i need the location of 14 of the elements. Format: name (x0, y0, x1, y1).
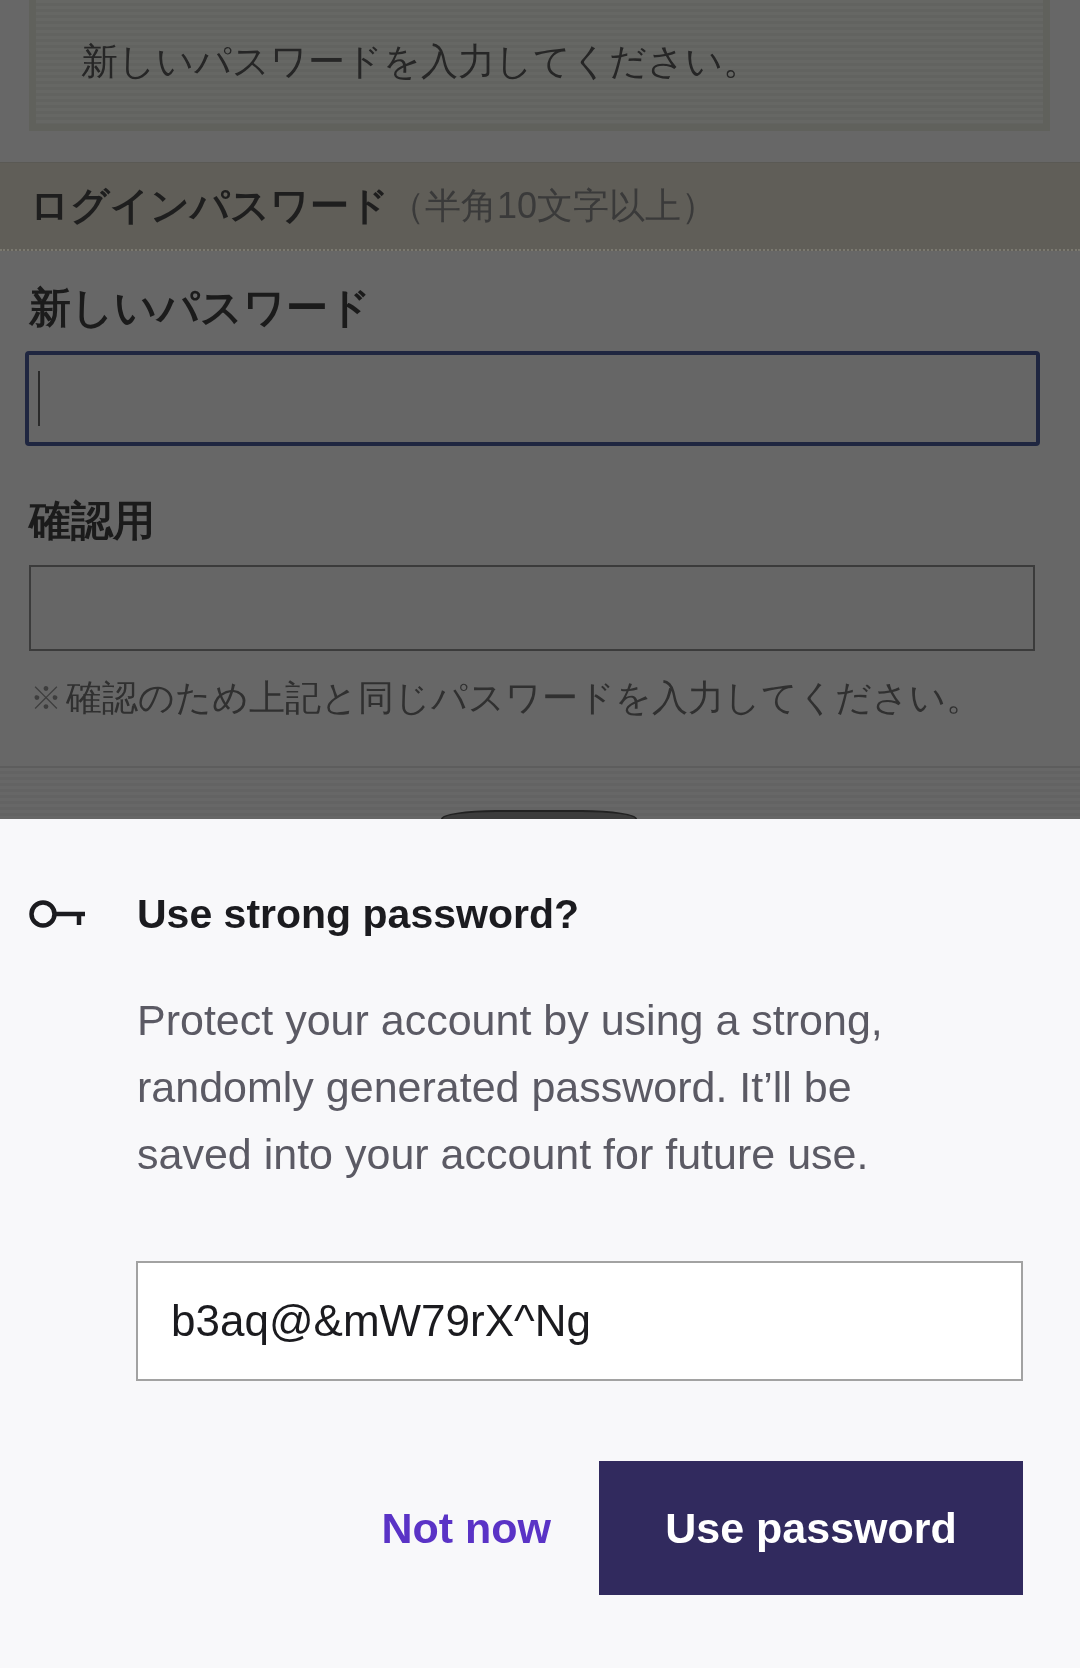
not-now-button[interactable]: Not now (377, 1461, 555, 1595)
field-label: 確認用 (27, 497, 156, 545)
note-mark: ※ (30, 679, 62, 718)
notice-text: 新しいパスワードを入力してください。 (81, 40, 760, 84)
dialog-message: Protect your account by using a strong, randomly generated password. It’ll be saved into your account for future use. (137, 995, 884, 1180)
text-cursor-icon (38, 371, 40, 426)
password-input[interactable] (25, 351, 1040, 446)
field-label: 新しいパスワード (28, 284, 372, 332)
key-icon (29, 899, 85, 929)
password-input[interactable] (29, 565, 1035, 651)
use-password-button[interactable]: Use password (599, 1461, 1023, 1595)
password-field[interactable]: b3aq@&mW79rX^Ng (136, 1261, 1023, 1381)
dialog-title: Use strong password? (137, 890, 579, 938)
section-title: ログインパスワード (30, 182, 389, 229)
